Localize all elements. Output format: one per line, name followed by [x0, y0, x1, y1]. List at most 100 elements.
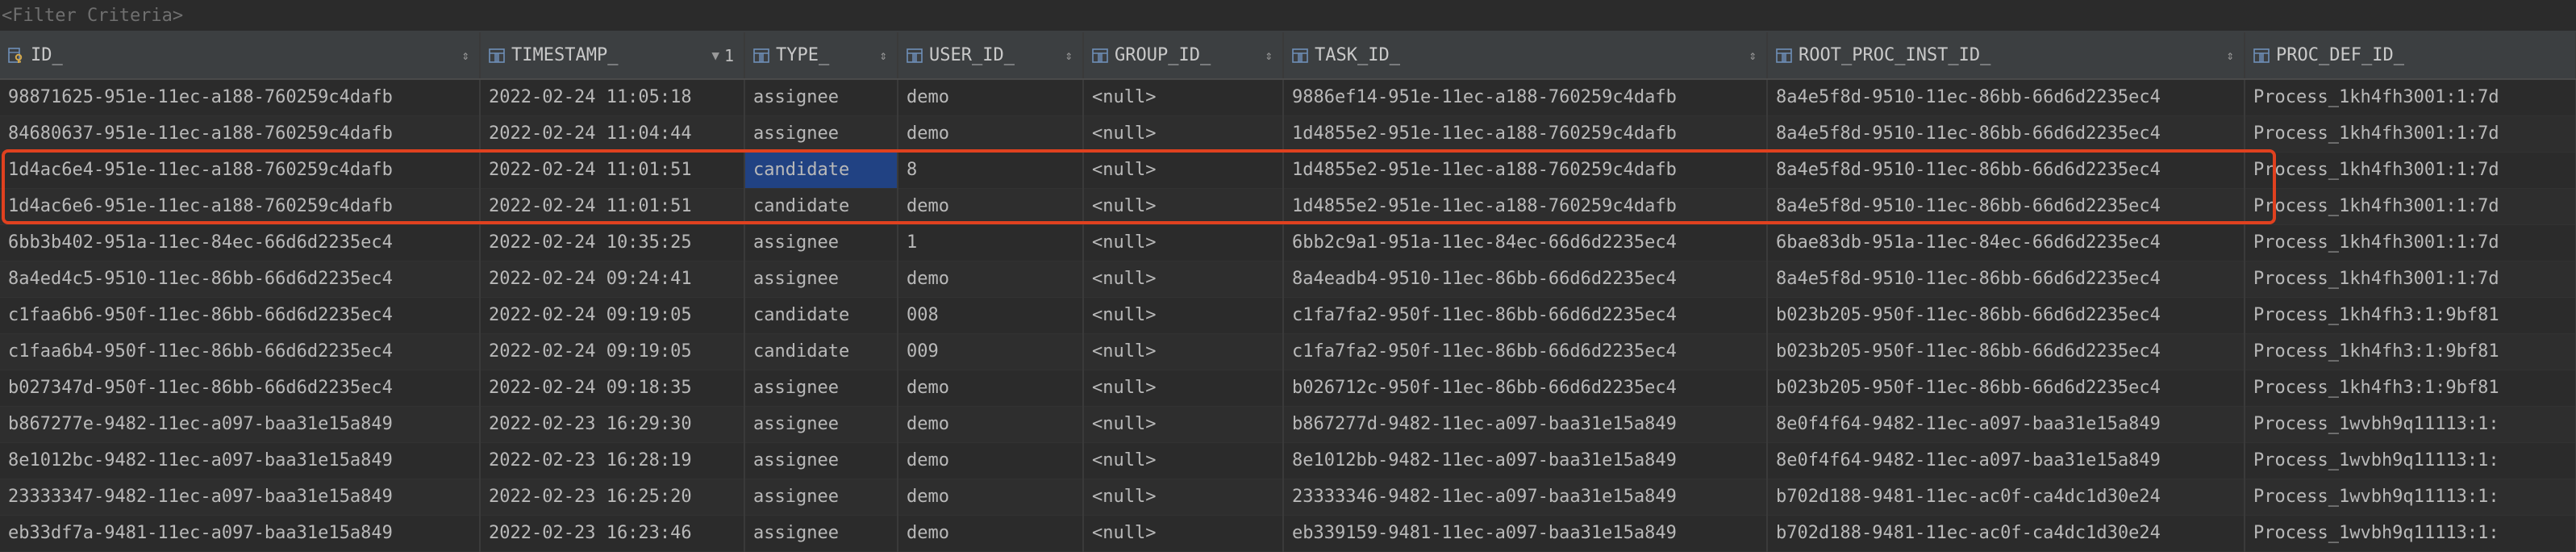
- table-row[interactable]: 1d4ac6e4-951e-11ec-a188-760259c4dafb 2022…: [0, 152, 2576, 189]
- cell-type[interactable]: assignee: [744, 370, 898, 407]
- cell-user-id[interactable]: demo: [898, 515, 1084, 552]
- cell-root-proc-inst-id[interactable]: b702d188-9481-11ec-ac0f-ca4dc1d30e24: [1767, 479, 2245, 516]
- cell-task-id[interactable]: 1d4855e2-951e-11ec-a188-760259c4dafb: [1283, 115, 1768, 153]
- table-row[interactable]: 84680637-951e-11ec-a188-760259c4dafb 2022…: [0, 115, 2576, 153]
- table-row[interactable]: c1faa6b6-950f-11ec-86bb-66d6d2235ec4 2022…: [0, 297, 2576, 334]
- cell-type[interactable]: assignee: [744, 442, 898, 479]
- cell-root-proc-inst-id[interactable]: b023b205-950f-11ec-86bb-66d6d2235ec4: [1767, 297, 2245, 334]
- cell-id[interactable]: 98871625-951e-11ec-a188-760259c4dafb: [0, 79, 481, 116]
- cell-user-id[interactable]: demo: [898, 479, 1084, 516]
- cell-proc-def-id[interactable]: Process_1wvbh9q11113:1:: [2245, 515, 2576, 552]
- cell-proc-def-id[interactable]: Process_1kh4fh3:1:9bf81: [2245, 333, 2576, 370]
- cell-id[interactable]: 84680637-951e-11ec-a188-760259c4dafb: [0, 115, 481, 153]
- cell-timestamp[interactable]: 2022-02-24 09:19:05: [480, 297, 745, 334]
- cell-type[interactable]: assignee: [744, 479, 898, 516]
- cell-timestamp[interactable]: 2022-02-24 10:35:25: [480, 224, 745, 261]
- cell-group-id[interactable]: <null>: [1083, 297, 1284, 334]
- cell-task-id[interactable]: b867277d-9482-11ec-a097-baa31e15a849: [1283, 406, 1768, 443]
- cell-user-id[interactable]: demo: [898, 115, 1084, 153]
- cell-task-id[interactable]: 1d4855e2-951e-11ec-a188-760259c4dafb: [1283, 188, 1768, 225]
- cell-task-id[interactable]: 23333346-9482-11ec-a097-baa31e15a849: [1283, 479, 1768, 516]
- table-row[interactable]: c1faa6b4-950f-11ec-86bb-66d6d2235ec4 2022…: [0, 333, 2576, 370]
- cell-root-proc-inst-id[interactable]: 6bae83db-951a-11ec-84ec-66d6d2235ec4: [1767, 224, 2245, 261]
- cell-type[interactable]: assignee: [744, 115, 898, 153]
- column-header-id[interactable]: ID_ ⇕: [0, 32, 481, 80]
- cell-group-id[interactable]: <null>: [1083, 115, 1284, 153]
- cell-id[interactable]: 6bb3b402-951a-11ec-84ec-66d6d2235ec4: [0, 224, 481, 261]
- cell-proc-def-id[interactable]: Process_1kh4fh3001:1:7d: [2245, 115, 2576, 153]
- cell-task-id[interactable]: c1fa7fa2-950f-11ec-86bb-66d6d2235ec4: [1283, 333, 1768, 370]
- sort-toggle-icon[interactable]: ⇕: [461, 48, 469, 63]
- table-row[interactable]: 1d4ac6e6-951e-11ec-a188-760259c4dafb 2022…: [0, 188, 2576, 225]
- cell-root-proc-inst-id[interactable]: 8a4e5f8d-9510-11ec-86bb-66d6d2235ec4: [1767, 79, 2245, 116]
- cell-id[interactable]: b867277e-9482-11ec-a097-baa31e15a849: [0, 406, 481, 443]
- cell-group-id[interactable]: <null>: [1083, 224, 1284, 261]
- cell-id[interactable]: 8e1012bc-9482-11ec-a097-baa31e15a849: [0, 442, 481, 479]
- cell-timestamp[interactable]: 2022-02-24 09:18:35: [480, 370, 745, 407]
- cell-task-id[interactable]: eb339159-9481-11ec-a097-baa31e15a849: [1283, 515, 1768, 552]
- cell-id[interactable]: 23333347-9482-11ec-a097-baa31e15a849: [0, 479, 481, 516]
- cell-task-id[interactable]: c1fa7fa2-950f-11ec-86bb-66d6d2235ec4: [1283, 297, 1768, 334]
- column-header-task-id[interactable]: TASK_ID_ ⇕: [1283, 32, 1768, 80]
- cell-proc-def-id[interactable]: Process_1kh4fh3:1:9bf81: [2245, 370, 2576, 407]
- cell-user-id[interactable]: demo: [898, 188, 1084, 225]
- cell-timestamp[interactable]: 2022-02-23 16:23:46: [480, 515, 745, 552]
- cell-root-proc-inst-id[interactable]: 8a4e5f8d-9510-11ec-86bb-66d6d2235ec4: [1767, 115, 2245, 153]
- cell-id[interactable]: 1d4ac6e4-951e-11ec-a188-760259c4dafb: [0, 152, 481, 189]
- cell-task-id[interactable]: 8a4eadb4-9510-11ec-86bb-66d6d2235ec4: [1283, 261, 1768, 298]
- sort-toggle-icon[interactable]: ▼ 1: [711, 46, 734, 65]
- sort-toggle-icon[interactable]: ⇕: [2226, 48, 2234, 63]
- sort-toggle-icon[interactable]: ⇕: [1265, 48, 1273, 63]
- table-row[interactable]: 98871625-951e-11ec-a188-760259c4dafb 2022…: [0, 79, 2576, 116]
- cell-type[interactable]: candidate: [744, 333, 898, 370]
- column-header-proc-def-id[interactable]: PROC_DEF_ID_: [2245, 32, 2576, 80]
- cell-task-id[interactable]: 8e1012bb-9482-11ec-a097-baa31e15a849: [1283, 442, 1768, 479]
- cell-type[interactable]: candidate: [744, 152, 898, 189]
- cell-group-id[interactable]: <null>: [1083, 261, 1284, 298]
- cell-group-id[interactable]: <null>: [1083, 479, 1284, 516]
- table-row[interactable]: b867277e-9482-11ec-a097-baa31e15a849 2022…: [0, 406, 2576, 443]
- cell-timestamp[interactable]: 2022-02-24 09:19:05: [480, 333, 745, 370]
- column-header-root-proc-inst-id[interactable]: ROOT_PROC_INST_ID_ ⇕: [1767, 32, 2245, 80]
- cell-user-id[interactable]: 1: [898, 224, 1084, 261]
- cell-timestamp[interactable]: 2022-02-23 16:28:19: [480, 442, 745, 479]
- cell-id[interactable]: 8a4ed4c5-9510-11ec-86bb-66d6d2235ec4: [0, 261, 481, 298]
- cell-group-id[interactable]: <null>: [1083, 188, 1284, 225]
- cell-user-id[interactable]: demo: [898, 442, 1084, 479]
- cell-proc-def-id[interactable]: Process_1wvbh9q11113:1:: [2245, 406, 2576, 443]
- cell-timestamp[interactable]: 2022-02-23 16:25:20: [480, 479, 745, 516]
- cell-type[interactable]: assignee: [744, 261, 898, 298]
- cell-root-proc-inst-id[interactable]: 8e0f4f64-9482-11ec-a097-baa31e15a849: [1767, 442, 2245, 479]
- cell-root-proc-inst-id[interactable]: b023b205-950f-11ec-86bb-66d6d2235ec4: [1767, 333, 2245, 370]
- cell-group-id[interactable]: <null>: [1083, 79, 1284, 116]
- sort-toggle-icon[interactable]: ⇕: [1749, 48, 1757, 63]
- table-row[interactable]: 8e1012bc-9482-11ec-a097-baa31e15a849 2022…: [0, 442, 2576, 479]
- cell-type[interactable]: assignee: [744, 79, 898, 116]
- cell-task-id[interactable]: b026712c-950f-11ec-86bb-66d6d2235ec4: [1283, 370, 1768, 407]
- table-row[interactable]: 6bb3b402-951a-11ec-84ec-66d6d2235ec4 2022…: [0, 224, 2576, 261]
- cell-group-id[interactable]: <null>: [1083, 370, 1284, 407]
- cell-proc-def-id[interactable]: Process_1kh4fh3001:1:7d: [2245, 79, 2576, 116]
- cell-root-proc-inst-id[interactable]: 8a4e5f8d-9510-11ec-86bb-66d6d2235ec4: [1767, 188, 2245, 225]
- cell-proc-def-id[interactable]: Process_1wvbh9q11113:1:: [2245, 479, 2576, 516]
- column-header-type[interactable]: TYPE_ ⇕: [744, 32, 898, 80]
- cell-id[interactable]: eb33df7a-9481-11ec-a097-baa31e15a849: [0, 515, 481, 552]
- cell-task-id[interactable]: 6bb2c9a1-951a-11ec-84ec-66d6d2235ec4: [1283, 224, 1768, 261]
- cell-timestamp[interactable]: 2022-02-24 09:24:41: [480, 261, 745, 298]
- cell-id[interactable]: c1faa6b6-950f-11ec-86bb-66d6d2235ec4: [0, 297, 481, 334]
- cell-timestamp[interactable]: 2022-02-24 11:01:51: [480, 188, 745, 225]
- cell-group-id[interactable]: <null>: [1083, 442, 1284, 479]
- cell-proc-def-id[interactable]: Process_1kh4fh3001:1:7d: [2245, 224, 2576, 261]
- cell-group-id[interactable]: <null>: [1083, 333, 1284, 370]
- cell-task-id[interactable]: 9886ef14-951e-11ec-a188-760259c4dafb: [1283, 79, 1768, 116]
- table-row[interactable]: 23333347-9482-11ec-a097-baa31e15a849 2022…: [0, 479, 2576, 516]
- cell-type[interactable]: assignee: [744, 406, 898, 443]
- cell-timestamp[interactable]: 2022-02-23 16:29:30: [480, 406, 745, 443]
- cell-timestamp[interactable]: 2022-02-24 11:01:51: [480, 152, 745, 189]
- cell-user-id[interactable]: 009: [898, 333, 1084, 370]
- cell-proc-def-id[interactable]: Process_1kh4fh3001:1:7d: [2245, 188, 2576, 225]
- filter-criteria-input[interactable]: [0, 0, 647, 31]
- cell-group-id[interactable]: <null>: [1083, 152, 1284, 189]
- cell-proc-def-id[interactable]: Process_1wvbh9q11113:1:: [2245, 442, 2576, 479]
- column-header-user-id[interactable]: USER_ID_ ⇕: [898, 32, 1084, 80]
